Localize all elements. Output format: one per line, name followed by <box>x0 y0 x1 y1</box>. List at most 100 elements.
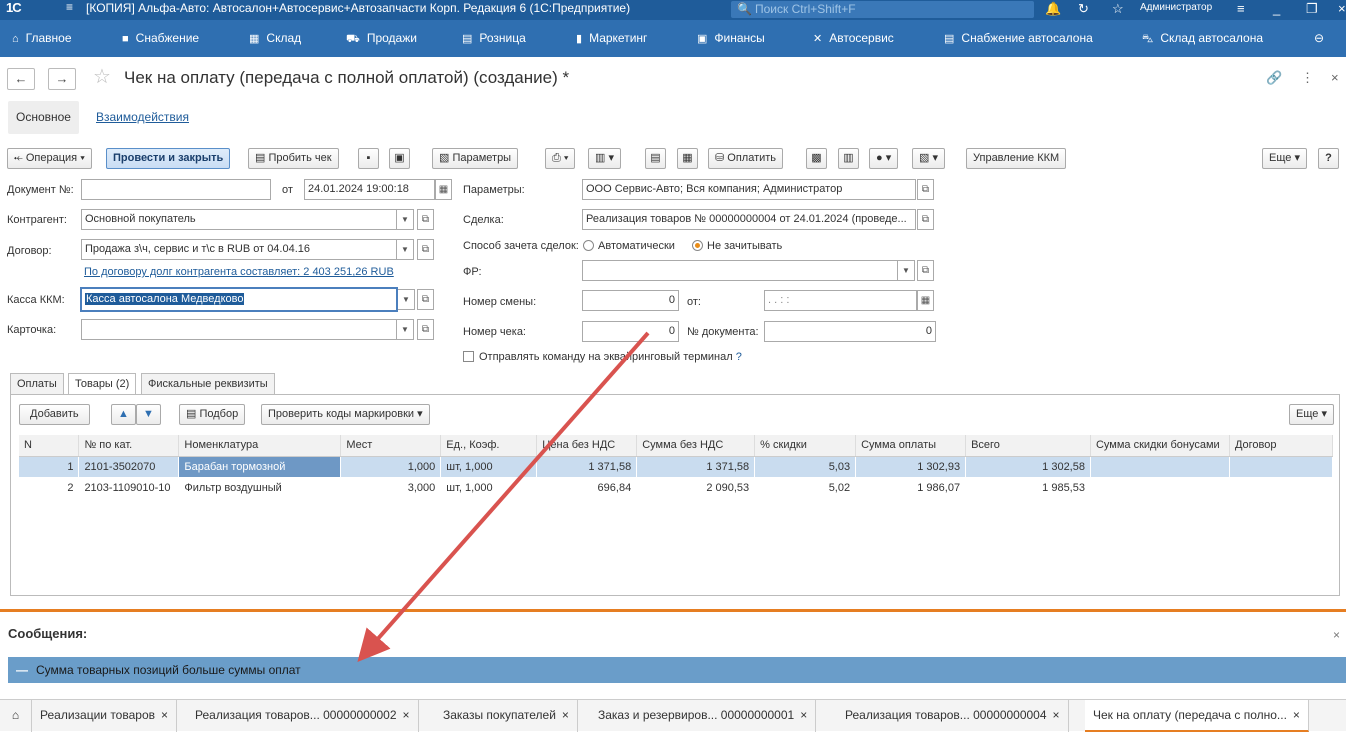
col-places[interactable]: Мест <box>340 435 442 457</box>
chevron-down-icon[interactable]: ▼ <box>397 319 414 340</box>
kkm-manage-button[interactable]: Управление ККМ <box>966 148 1067 169</box>
col-unit[interactable]: Ед., Коэф. <box>440 435 538 457</box>
move-down-icon[interactable]: ▼ <box>136 404 161 425</box>
nav-sales[interactable]: ⛟ Продажи <box>346 31 417 47</box>
check-no-input[interactable]: 0 <box>582 321 679 342</box>
chevron-down-icon[interactable]: ▼ <box>898 260 915 281</box>
fr-input[interactable] <box>582 260 898 281</box>
shift-input[interactable]: 0 <box>582 290 679 311</box>
counterparty-input[interactable]: Основной покупатель <box>81 209 397 230</box>
nav-finance[interactable]: ▣ Финансы <box>697 31 765 45</box>
offset-none-radio[interactable]: Не зачитывать <box>692 240 782 252</box>
history-icon[interactable]: ↻ <box>1078 1 1089 17</box>
params-button[interactable]: ▧ Параметры <box>432 148 519 169</box>
more-vertical-icon[interactable]: ⋮ <box>1301 70 1314 86</box>
tab-payments[interactable]: Оплаты <box>10 373 64 395</box>
tree-icon[interactable]: ▥ <box>838 148 859 169</box>
close-form-icon[interactable]: × <box>1331 70 1339 85</box>
restore-icon[interactable]: ❐ <box>1306 1 1318 17</box>
chevron-down-icon[interactable]: ▼ <box>397 209 414 230</box>
forward-button[interactable]: → <box>48 68 76 90</box>
col-discount[interactable]: % скидки <box>754 435 857 457</box>
operation-button[interactable]: ⤝ Операция ▾ <box>7 148 92 169</box>
col-total[interactable]: Всего <box>965 435 1091 457</box>
col-contract[interactable]: Договор <box>1229 435 1334 457</box>
back-button[interactable]: ← <box>7 68 35 90</box>
tab-interactions[interactable]: Взаимодействия <box>88 101 197 134</box>
open-icon[interactable]: ⧉ <box>917 179 934 200</box>
col-n[interactable]: N <box>19 435 80 457</box>
open-icon[interactable]: ⧉ <box>417 319 434 340</box>
table-more-button[interactable]: Еще ▾ <box>1289 404 1334 425</box>
contract-input[interactable]: Продажа з\ч, сервис и т\с в RUB от 04.04… <box>81 239 397 260</box>
calendar-icon[interactable]: ▦ <box>435 179 452 200</box>
tab-fiscal[interactable]: Фискальные реквизиты <box>141 373 275 395</box>
favorite-star-icon[interactable]: ☆ <box>93 64 111 89</box>
col-catalog-no[interactable]: № по кат. <box>78 435 180 457</box>
debt-link[interactable]: По договору долг контрагента составляет:… <box>84 266 394 278</box>
offset-auto-radio[interactable]: Автоматически <box>583 240 675 252</box>
docnum-input[interactable]: 0 <box>764 321 936 342</box>
table-row[interactable]: 1 2101-3502070 Барабан тормозной 1,000 ш… <box>19 456 1333 477</box>
date-input[interactable]: 24.01.2024 19:00:18 <box>304 179 435 200</box>
window-tab[interactable]: Реализация товаров... 00000000002 × <box>187 700 419 732</box>
nav-showroom-warehouse[interactable]: ⛍ Склад автосалона <box>1142 31 1263 47</box>
post-and-close-button[interactable]: Провести и закрыть <box>106 148 231 169</box>
user-name[interactable]: Администратор <box>1140 2 1212 13</box>
shift-date-input[interactable]: . . : : <box>764 290 917 311</box>
link-icon[interactable]: 🔗 <box>1266 70 1282 86</box>
kkm-input[interactable]: Касса автосалона Медведково <box>80 287 398 312</box>
open-icon[interactable]: ⧉ <box>417 289 434 310</box>
params-input[interactable]: ООО Сервис-Авто; Вся компания; Администр… <box>582 179 916 200</box>
chevron-down-icon[interactable]: ▼ <box>398 289 415 310</box>
bell-icon[interactable]: 🔔 <box>1045 1 1061 17</box>
settings-menu-icon[interactable]: ≡ <box>1237 1 1245 16</box>
post-icon[interactable]: ▣ <box>389 148 410 169</box>
report-icon[interactable]: ▤ <box>645 148 666 169</box>
create-based-icon[interactable]: ▥ ▾ <box>588 148 621 169</box>
open-icon[interactable]: ⧉ <box>917 260 934 281</box>
nav-marketing[interactable]: ▮ Маркетинг <box>576 31 647 45</box>
global-search-input[interactable]: 🔍 Поиск Ctrl+Shift+F <box>731 1 1034 18</box>
nav-more-icon[interactable]: ⊖ <box>1314 31 1324 45</box>
more-button[interactable]: Еще ▾ <box>1262 148 1307 169</box>
calc-icon[interactable]: ▩ <box>806 148 827 169</box>
print-menu-icon[interactable]: ⎙ ▾ <box>545 148 576 169</box>
col-nomenclature[interactable]: Номенклатура <box>178 435 342 457</box>
nav-showroom-supply[interactable]: ▤ Снабжение автосалона <box>944 31 1093 45</box>
window-tab[interactable]: Заказы покупателей × <box>435 700 578 732</box>
main-menu-icon[interactable]: ≡ <box>66 0 73 14</box>
nav-retail[interactable]: ▤ Розница <box>462 31 526 45</box>
status-menu-icon[interactable]: ● ▾ <box>869 148 899 169</box>
card-input[interactable] <box>81 319 397 340</box>
move-up-icon[interactable]: ▲ <box>111 404 136 425</box>
pay-button[interactable]: ⛁ Оплатить <box>708 148 784 169</box>
col-bonus-discount[interactable]: Сумма скидки бонусами <box>1090 435 1230 457</box>
open-icon[interactable]: ⧉ <box>417 209 434 230</box>
tab-main[interactable]: Основное <box>8 101 79 134</box>
structure-icon[interactable]: ▦ <box>677 148 698 169</box>
window-tab[interactable]: Реализация товаров... 00000000004 × <box>837 700 1069 732</box>
favorites-icon[interactable]: ☆ <box>1112 1 1124 17</box>
close-window-icon[interactable]: × <box>1338 1 1346 16</box>
col-payment-sum[interactable]: Сумма оплаты <box>855 435 967 457</box>
extra-menu-icon[interactable]: ▧ ▾ <box>912 148 945 169</box>
nav-main[interactable]: ⌂ Главное <box>12 31 72 45</box>
chevron-down-icon[interactable]: ▼ <box>397 239 414 260</box>
calendar-icon[interactable]: ▦ <box>917 290 934 311</box>
pick-button[interactable]: ▤ Подбор <box>179 404 246 425</box>
save-icon[interactable]: ▪ <box>358 148 379 169</box>
open-icon[interactable]: ⧉ <box>917 209 934 230</box>
nav-autoservice[interactable]: ✕ Автосервис <box>813 31 894 45</box>
window-tab[interactable]: Реализации товаров × <box>32 700 178 732</box>
deal-input[interactable]: Реализация товаров № 00000000004 от 24.0… <box>582 209 916 230</box>
tab-goods[interactable]: Товары (2) <box>68 373 137 395</box>
close-messages-icon[interactable]: × <box>1333 628 1340 642</box>
col-price[interactable]: Цена без НДС <box>536 435 638 457</box>
add-row-button[interactable]: Добавить <box>19 404 90 425</box>
acquiring-checkbox[interactable]: Отправлять команду на эквайринговый терм… <box>463 351 742 363</box>
check-codes-button[interactable]: Проверить коды маркировки ▾ <box>261 404 430 425</box>
print-check-button[interactable]: ▤ Пробить чек <box>248 148 339 169</box>
home-icon[interactable]: ⌂ <box>0 700 32 732</box>
col-sum[interactable]: Сумма без НДС <box>636 435 756 457</box>
